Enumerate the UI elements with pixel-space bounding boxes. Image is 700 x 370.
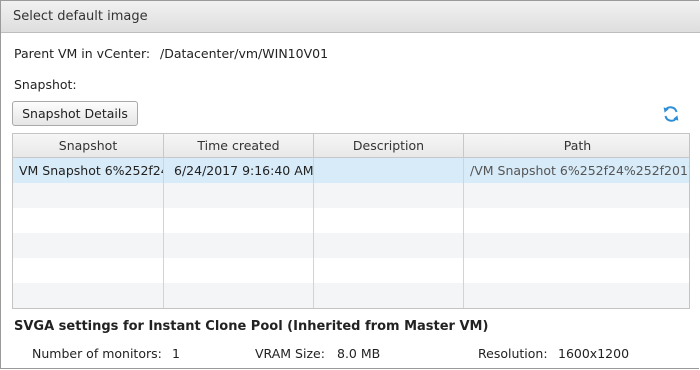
column-header-time-created[interactable]: Time created — [164, 134, 314, 157]
dialog-title: Select default image — [13, 9, 148, 24]
parent-vm-value: /Datacenter/vm/WIN10V01 — [160, 46, 329, 61]
table-header: Snapshot Time created Description Path — [13, 134, 689, 158]
monitors-value: 1 — [172, 346, 180, 361]
select-default-image-dialog: Select default image Parent VM in vCente… — [0, 0, 700, 369]
cell-path: /VM Snapshot 6%252f24%252f2017 — [470, 163, 690, 178]
table-row[interactable]: VM Snapshot 6%252f24%252f2017 6/24/2017 … — [13, 158, 689, 183]
cell-time-created: 6/24/2017 9:16:40 AM — [164, 158, 314, 183]
parent-vm-label: Parent VM in vCenter: — [14, 46, 151, 61]
resolution-label: Resolution: — [478, 346, 548, 361]
column-header-snapshot[interactable]: Snapshot — [13, 134, 164, 157]
snapshot-details-button[interactable]: Snapshot Details — [12, 101, 138, 126]
column-header-description[interactable]: Description — [314, 134, 464, 157]
empty-table-row — [13, 183, 689, 208]
monitors-label: Number of monitors: — [32, 346, 162, 361]
cell-snapshot: VM Snapshot 6%252f24%252f2017 — [13, 158, 164, 183]
dialog-titlebar[interactable]: Select default image — [1, 1, 700, 33]
svga-settings-title: SVGA settings for Instant Clone Pool (In… — [14, 319, 489, 334]
refresh-icon[interactable] — [661, 104, 681, 124]
cell-description — [314, 158, 464, 183]
snapshot-table: Snapshot Time created Description Path V… — [12, 133, 690, 309]
vram-label: VRAM Size: — [255, 346, 325, 361]
column-header-path[interactable]: Path — [464, 134, 689, 157]
resolution-value: 1600x1200 — [558, 346, 630, 361]
empty-table-row — [13, 283, 689, 308]
empty-table-row — [13, 208, 689, 233]
empty-table-row — [13, 258, 689, 283]
vram-value: 8.0 MB — [337, 346, 381, 361]
snapshot-label: Snapshot: — [14, 77, 77, 92]
empty-table-row — [13, 233, 689, 258]
